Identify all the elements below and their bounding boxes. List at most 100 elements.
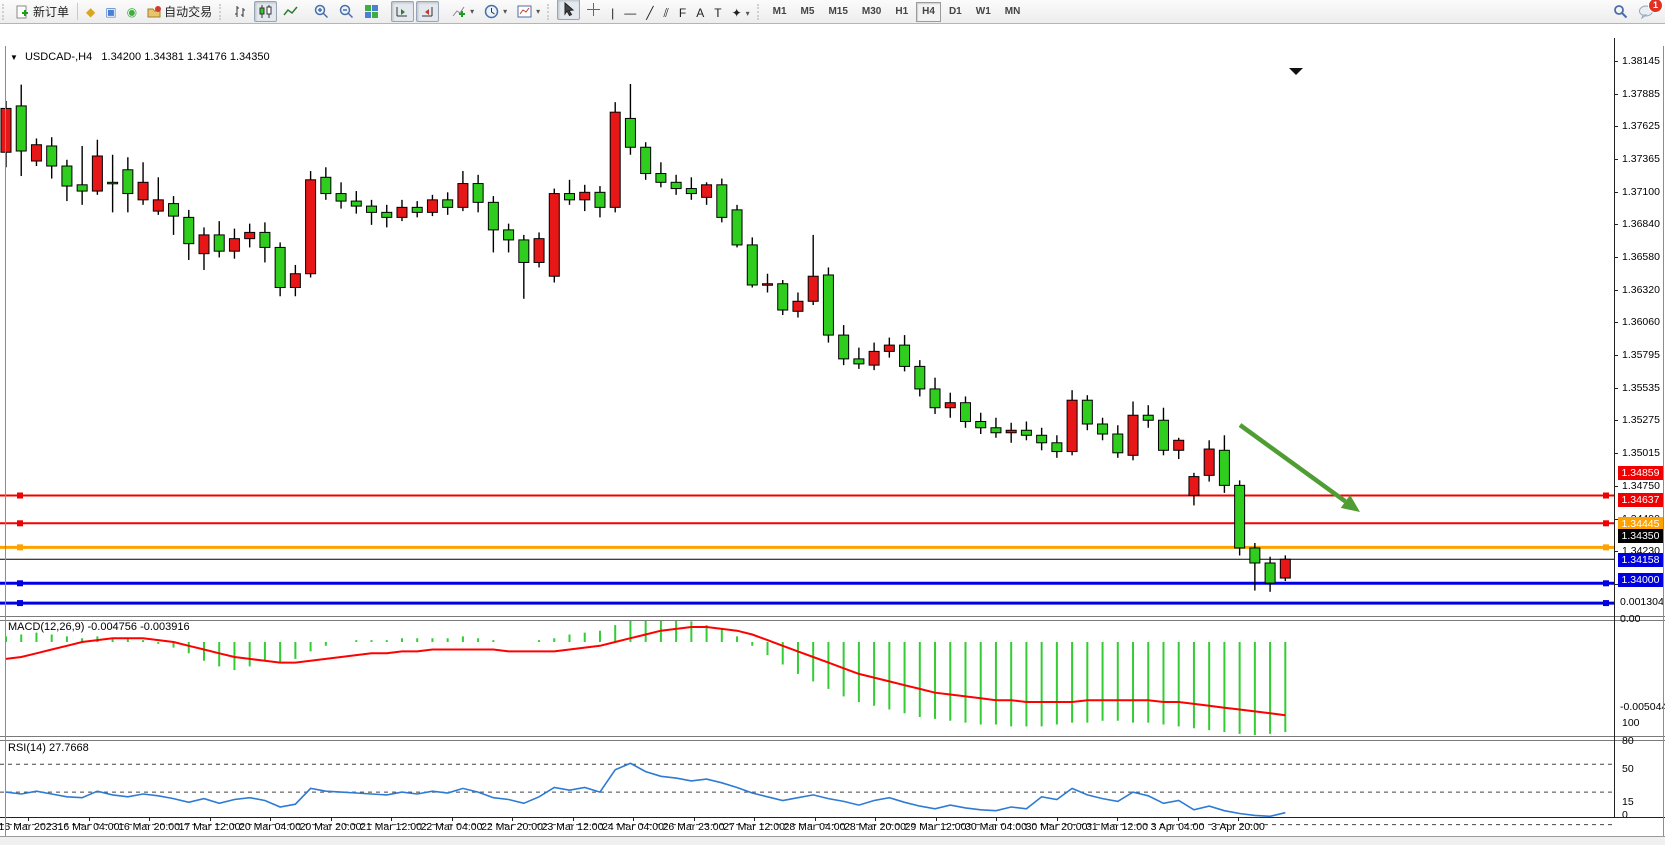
new-order-icon bbox=[16, 5, 30, 19]
indicators-button[interactable]: ▾ bbox=[447, 1, 478, 22]
text-button[interactable]: A bbox=[692, 3, 708, 24]
line-handle[interactable] bbox=[17, 493, 23, 499]
candle-body bbox=[580, 192, 590, 200]
candle-body bbox=[31, 145, 41, 161]
bar-chart-button[interactable] bbox=[229, 1, 252, 22]
timeframe-m1-button[interactable]: M1 bbox=[767, 2, 793, 22]
candle-body bbox=[1204, 449, 1214, 475]
templates-button[interactable]: ▾ bbox=[513, 1, 544, 22]
line-handle[interactable] bbox=[17, 520, 23, 526]
fibonacci-icon: F bbox=[679, 7, 686, 19]
candle-body bbox=[1219, 450, 1229, 485]
candle-body bbox=[92, 156, 102, 191]
chart-shift-button[interactable] bbox=[416, 1, 439, 22]
macd-indicator-pane[interactable] bbox=[0, 619, 1614, 736]
label-button[interactable]: T bbox=[710, 3, 725, 24]
candle-body bbox=[336, 194, 346, 202]
text-icon: A bbox=[696, 7, 704, 19]
candle-body bbox=[1250, 548, 1260, 563]
candle-body bbox=[549, 194, 559, 277]
tile-windows-button[interactable] bbox=[360, 1, 383, 22]
charts-stack-button[interactable]: ◆ bbox=[82, 1, 99, 22]
vertical-line-button[interactable]: | bbox=[607, 3, 618, 24]
line-handle[interactable] bbox=[17, 544, 23, 550]
window-left-border bbox=[5, 46, 6, 836]
candle-body bbox=[77, 185, 87, 191]
notifications-button[interactable]: 1 bbox=[1634, 1, 1658, 22]
candle-body bbox=[869, 351, 879, 365]
channel-button[interactable]: ⫽ bbox=[660, 3, 673, 24]
line-chart-button[interactable] bbox=[279, 1, 302, 22]
pane-separator[interactable] bbox=[0, 616, 1665, 621]
rsi-indicator-pane[interactable] bbox=[0, 739, 1614, 840]
dropdown-arrow-icon[interactable]: ▾ bbox=[536, 7, 540, 16]
dropdown-arrow-icon[interactable]: ▾ bbox=[470, 7, 474, 16]
crosshair-button[interactable] bbox=[582, 0, 605, 20]
candle-body bbox=[351, 201, 361, 206]
candle-body bbox=[976, 421, 986, 427]
terminal-window-button[interactable]: ▣ bbox=[101, 1, 120, 22]
candle-body bbox=[595, 192, 605, 207]
line-handle[interactable] bbox=[1603, 580, 1609, 586]
candle-body bbox=[519, 240, 529, 263]
candle-body bbox=[229, 239, 239, 252]
toolbar-drag-handle bbox=[547, 4, 554, 20]
zoom-in-button[interactable] bbox=[310, 1, 333, 22]
line-chart-icon bbox=[283, 4, 298, 19]
zoom-out-icon bbox=[339, 4, 354, 19]
ohlc-values: 1.34200 1.34381 1.34176 1.34350 bbox=[101, 51, 269, 63]
trend-arrow-shaft[interactable] bbox=[1240, 425, 1345, 501]
timeframe-mn-button[interactable]: MN bbox=[999, 2, 1027, 22]
pane-separator[interactable] bbox=[0, 736, 1665, 741]
candle-body bbox=[199, 235, 209, 254]
dropdown-arrow-icon[interactable]: ▾ bbox=[503, 7, 507, 16]
candle-body bbox=[717, 185, 727, 218]
autotrading-button[interactable]: 自动交易 bbox=[143, 1, 216, 22]
candle-body bbox=[565, 194, 575, 200]
periods-clock-icon bbox=[484, 4, 499, 19]
line-handle[interactable] bbox=[17, 580, 23, 586]
timeframe-m5-button[interactable]: M5 bbox=[795, 2, 821, 22]
candle-body bbox=[1006, 430, 1016, 433]
candle-body bbox=[884, 345, 894, 351]
timeframe-m30-button[interactable]: M30 bbox=[856, 2, 887, 22]
horizontal-line-button[interactable]: — bbox=[620, 3, 640, 24]
line-handle[interactable] bbox=[17, 600, 23, 606]
candle-body bbox=[473, 184, 483, 203]
line-handle[interactable] bbox=[1603, 544, 1609, 550]
price-chart-pane[interactable] bbox=[0, 67, 1614, 616]
periods-button[interactable]: ▾ bbox=[480, 1, 511, 22]
trendline-button[interactable]: ╱ bbox=[642, 3, 657, 24]
cursor-button[interactable] bbox=[557, 0, 580, 20]
line-handle[interactable] bbox=[1603, 493, 1609, 499]
candlestick-chart-button[interactable] bbox=[254, 1, 277, 22]
dropdown-arrow-icon[interactable]: ▾ bbox=[746, 9, 750, 18]
fibonacci-button[interactable]: F bbox=[675, 3, 690, 24]
signals-button[interactable]: ◉ bbox=[123, 1, 141, 22]
candle-body bbox=[47, 146, 57, 166]
candle-body bbox=[1189, 477, 1199, 496]
chart-shift-marker-icon[interactable] bbox=[1289, 68, 1303, 75]
signals-icon: ◉ bbox=[127, 6, 137, 18]
toolbar-drag-handle bbox=[2, 4, 9, 20]
line-handle[interactable] bbox=[1603, 600, 1609, 606]
new-order-button[interactable]: 新订单 bbox=[12, 1, 73, 22]
candle-body bbox=[1113, 434, 1123, 453]
candle-body bbox=[245, 232, 255, 238]
arrows-button[interactable]: ✦▾ bbox=[728, 3, 754, 24]
candle-body bbox=[427, 200, 437, 213]
timeframe-d1-button[interactable]: D1 bbox=[943, 2, 968, 22]
auto-scroll-button[interactable] bbox=[391, 1, 414, 22]
candle-body bbox=[656, 174, 666, 183]
zoom-out-button[interactable] bbox=[335, 1, 358, 22]
search-button[interactable] bbox=[1609, 1, 1632, 22]
timeframe-m15-button[interactable]: M15 bbox=[822, 2, 853, 22]
candlestick-chart-icon bbox=[258, 4, 273, 19]
toolbar-right: 1 bbox=[1608, 1, 1659, 22]
candle-body bbox=[1174, 440, 1184, 450]
line-handle[interactable] bbox=[1603, 520, 1609, 526]
timeframe-h4-button[interactable]: H4 bbox=[916, 2, 941, 22]
timeframe-w1-button[interactable]: W1 bbox=[970, 2, 997, 22]
timeframe-h1-button[interactable]: H1 bbox=[889, 2, 914, 22]
trendline-icon: ╱ bbox=[646, 7, 653, 19]
